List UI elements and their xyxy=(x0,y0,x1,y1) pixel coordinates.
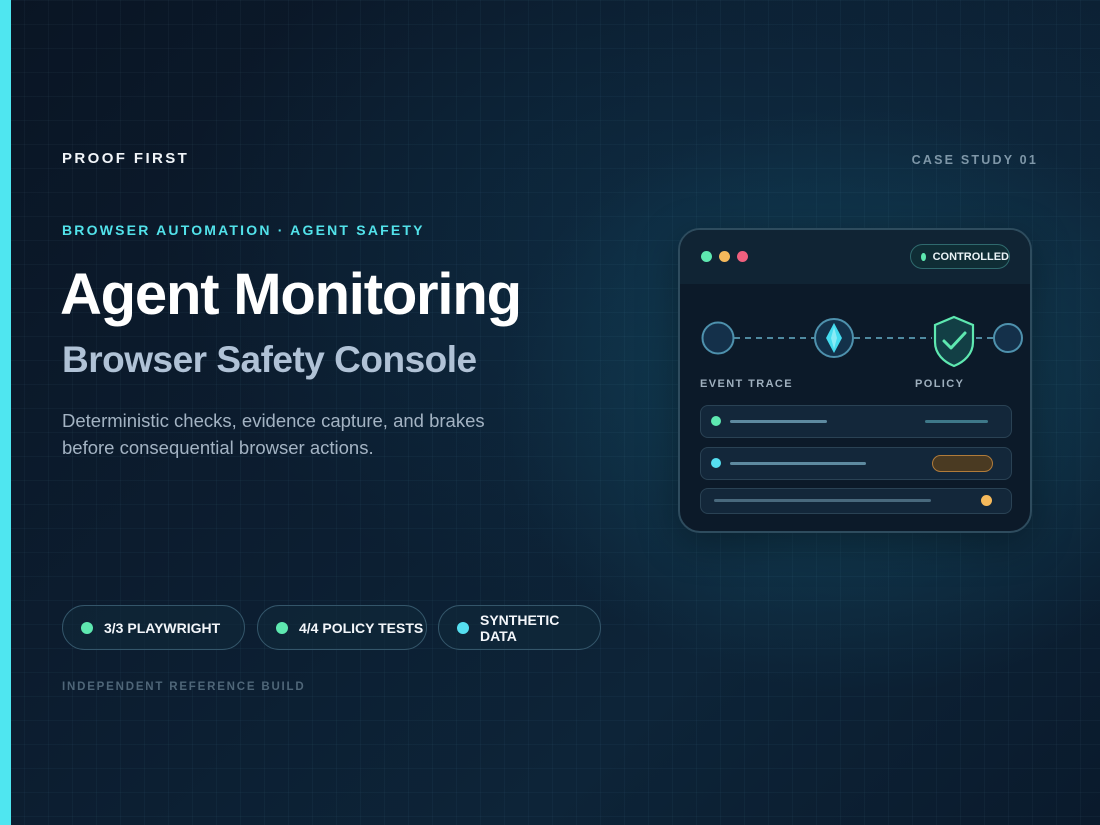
status-chip: CONTROLLED xyxy=(910,244,1010,269)
list-item xyxy=(700,447,1012,480)
badge-playwright: 3/3 PLAYWRIGHT xyxy=(62,605,245,650)
placeholder-line xyxy=(730,420,827,423)
console-mockup: CONTROLLED EVENT TRACE POLICY xyxy=(678,228,1032,533)
brand-label: PROOF FIRST xyxy=(62,150,190,167)
console-header: CONTROLLED xyxy=(680,230,1030,284)
status-dot xyxy=(981,495,992,506)
badge-label: 4/4 POLICY TESTS xyxy=(299,619,424,636)
diamond-icon xyxy=(814,318,854,358)
status-dot xyxy=(276,621,288,634)
description: Deterministic checks, evidence capture, … xyxy=(62,410,485,458)
badge-policy-tests: 4/4 POLICY TESTS xyxy=(257,605,427,650)
footnote: INDEPENDENT REFERENCE BUILD xyxy=(62,681,306,693)
status-dot xyxy=(711,416,721,426)
placeholder-line xyxy=(925,420,988,423)
window-dot-green xyxy=(701,251,712,262)
accent-bar xyxy=(0,0,11,825)
window-dot-amber xyxy=(719,251,730,262)
case-study-label: CASE STUDY 01 xyxy=(911,153,1038,167)
trace-node-start xyxy=(701,321,735,355)
policy-label: POLICY xyxy=(915,378,965,390)
pending-pill xyxy=(932,455,993,472)
badge-synthetic-data: SYNTHETIC DATA xyxy=(438,605,601,650)
page-subtitle: Browser Safety Console xyxy=(62,339,477,380)
trace-node-end xyxy=(993,323,1023,353)
list-item xyxy=(700,488,1012,514)
status-dot xyxy=(81,621,93,634)
window-dot-red xyxy=(737,251,748,262)
placeholder-line xyxy=(730,462,866,465)
status-dot xyxy=(457,621,469,634)
placeholder-line xyxy=(714,499,931,502)
status-label: CONTROLLED xyxy=(932,250,1009,263)
page-title: Agent Monitoring xyxy=(60,262,522,327)
status-dot xyxy=(711,458,721,468)
badge-label: SYNTHETIC DATA xyxy=(480,611,560,644)
event-trace-label: EVENT TRACE xyxy=(700,378,794,390)
eyebrow-tags: BROWSER AUTOMATION · AGENT SAFETY xyxy=(62,222,425,238)
status-dot xyxy=(921,252,926,261)
badge-label: 3/3 PLAYWRIGHT xyxy=(104,619,221,636)
shield-check-icon xyxy=(933,315,975,368)
list-item xyxy=(700,405,1012,438)
event-trace-diagram xyxy=(701,315,1023,368)
